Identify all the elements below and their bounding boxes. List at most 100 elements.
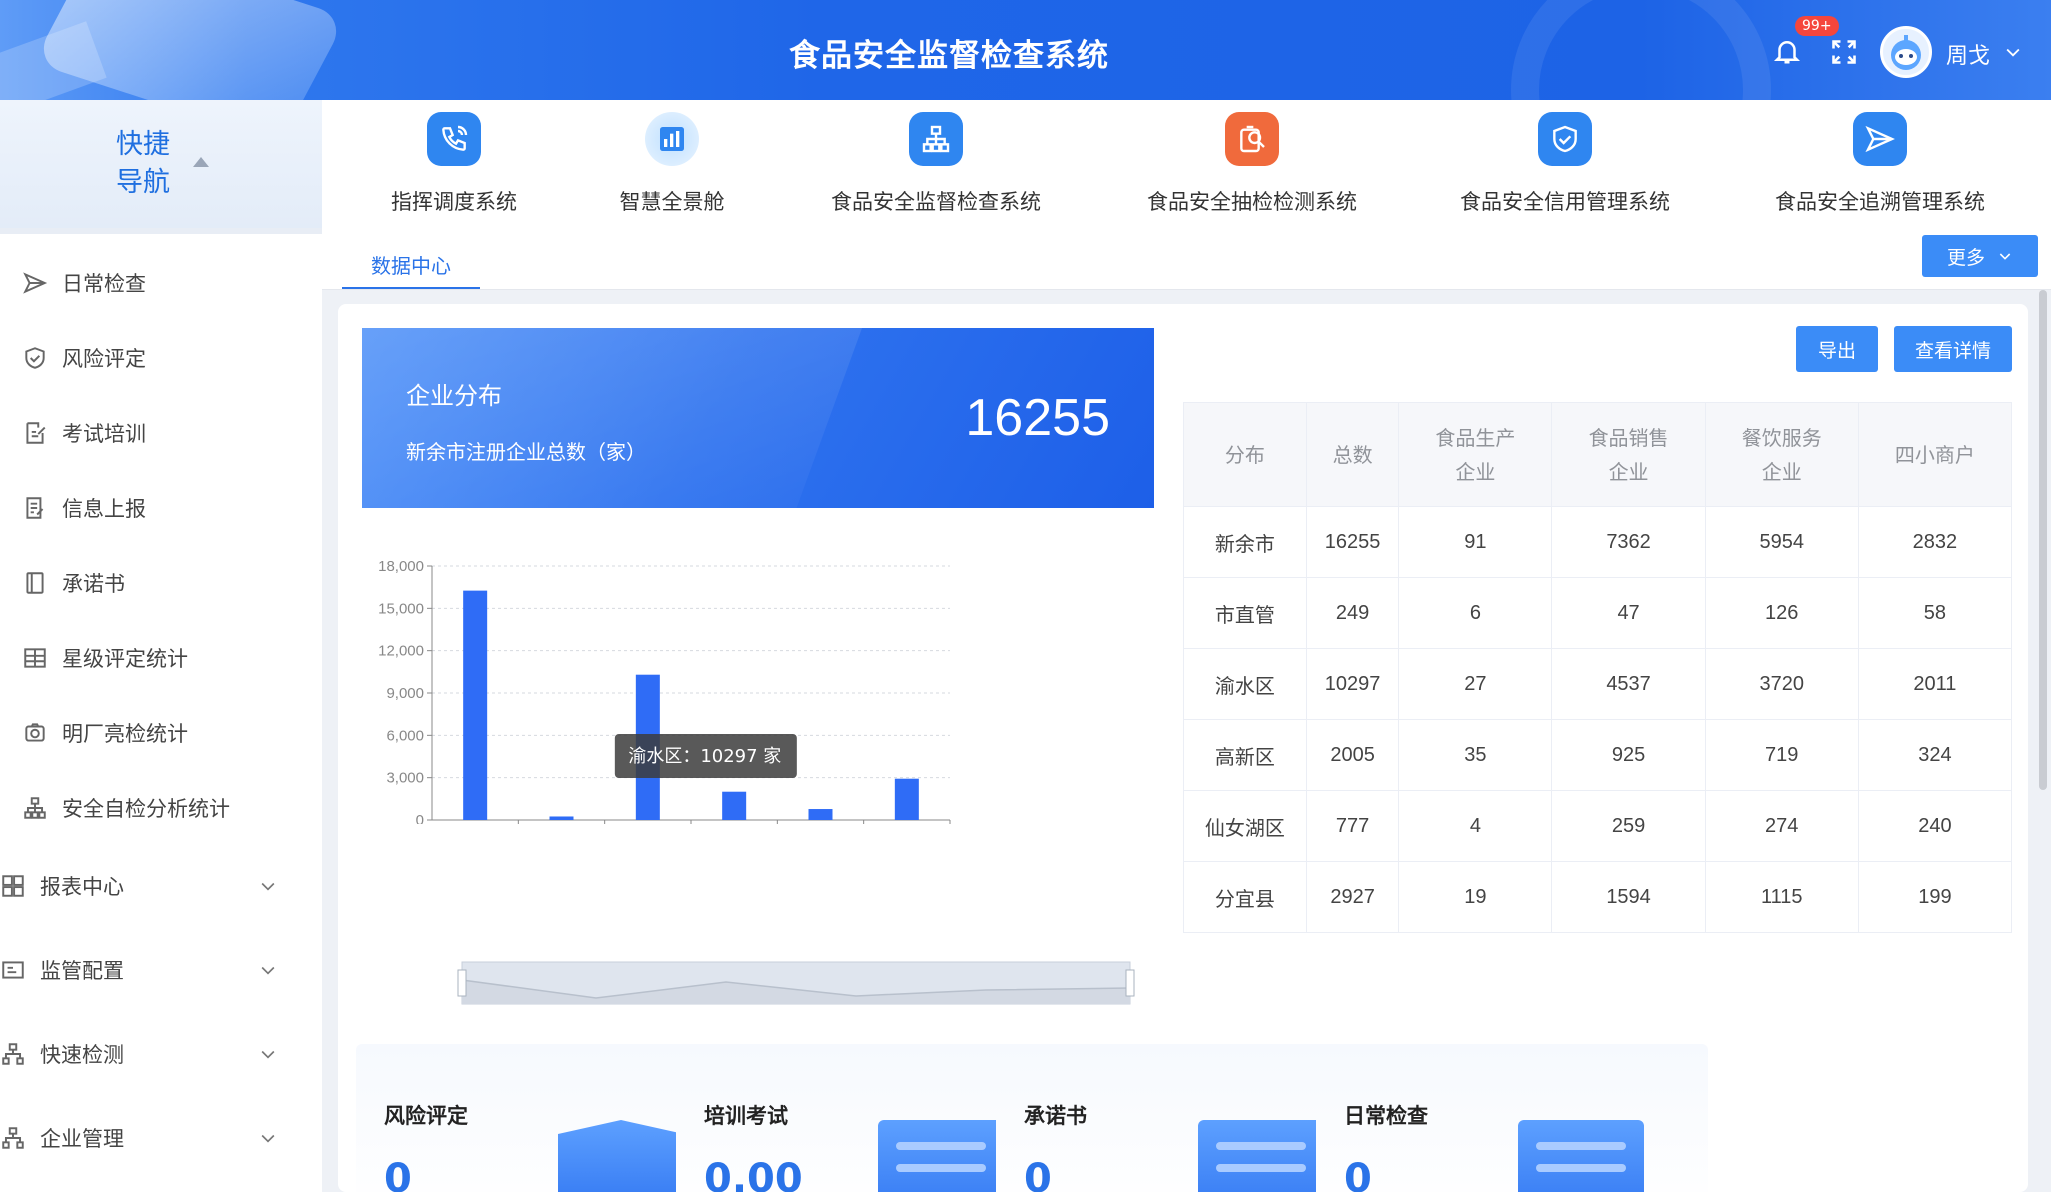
org-chart-icon [2, 1127, 24, 1149]
sidebar-item-label: 日常检查 [62, 272, 146, 296]
phone-icon [427, 112, 481, 166]
stat-card-daily-check[interactable]: 日常检查 0 [1316, 1044, 1708, 1192]
table-cell: 渝水区 [1183, 648, 1307, 720]
page-scrollbar[interactable] [2039, 290, 2047, 790]
quick-nav-toggle[interactable]: 快捷导航 [0, 100, 322, 234]
shield-check-icon [25, 347, 45, 369]
quick-nav-label: 快捷导航 [116, 129, 170, 198]
systems-bar: 指挥调度系统 智慧全景舱 食品安全监督检查系统 食品安全抽检检测系统 食品安全信… [322, 100, 2051, 290]
sidebar-item-commitment[interactable]: 承诺书 [0, 553, 322, 613]
sidebar-item-label: 信息上报 [62, 497, 146, 521]
slider-handle-right[interactable] [1125, 969, 1135, 997]
sidebar-group-report-center[interactable]: 报表中心 [0, 856, 322, 916]
chevron-down-icon[interactable] [2003, 42, 2023, 62]
table-header-cell: 食品销售 企业 [1551, 402, 1706, 507]
table-cell: 7362 [1551, 506, 1706, 578]
table-cell: 19 [1398, 861, 1553, 933]
sidebar-group-label: 快速检测 [40, 1043, 124, 1067]
chart-tooltip-text: 渝水区：10297 家 [628, 746, 781, 767]
shield-check-icon [1538, 112, 1592, 166]
sidebar-group-label: 监管配置 [40, 959, 124, 983]
system-label: 食品安全抽检检测系统 [1147, 190, 1357, 214]
table-cell: 16255 [1305, 506, 1400, 578]
table-header-cell: 食品生产 企业 [1398, 402, 1553, 507]
sidebar-item-open-kitchen[interactable]: 明厂亮检统计 [0, 703, 322, 763]
system-link-supervision[interactable]: 食品安全监督检查系统 [806, 112, 1066, 216]
table-cell: 分宜县 [1183, 861, 1307, 933]
slider-handle-left[interactable] [457, 969, 467, 997]
dashboard-icon [2, 875, 24, 897]
sidebar-item-exam-training[interactable]: 考试培训 [0, 403, 322, 463]
table-cell: 47 [1551, 577, 1706, 649]
more-button[interactable]: 更多 [1922, 235, 2038, 277]
stat-value: 0.00 [704, 1156, 803, 1192]
send-icon [1853, 112, 1907, 166]
tab-data-center[interactable]: 数据中心 [342, 250, 480, 290]
chart-bar[interactable] [808, 809, 833, 820]
sidebar-group-quick-test[interactable]: 快速检测 [0, 1024, 322, 1084]
org-chart-icon [24, 797, 46, 819]
y-tick-label: 9,000 [386, 685, 424, 702]
system-label: 食品安全信用管理系统 [1460, 190, 1670, 214]
username[interactable]: 周戈 [1946, 38, 1990, 70]
table-row[interactable]: 高新区 2005 35 925 719 324 [1183, 719, 2013, 791]
sidebar-item-star-rating[interactable]: 星级评定统计 [0, 628, 322, 688]
table-cell: 925 [1551, 719, 1706, 791]
card-decoration [362, 328, 877, 508]
sidebar-item-label: 星级评定统计 [62, 647, 188, 671]
table-cell: 35 [1398, 719, 1553, 791]
table-cell: 3720 [1704, 648, 1859, 720]
system-link-sampling[interactable]: 食品安全抽检检测系统 [1122, 112, 1382, 216]
sidebar-item-risk-rating[interactable]: 风险评定 [0, 328, 322, 388]
table-cell: 27 [1398, 648, 1553, 720]
export-button[interactable]: 导出 [1796, 326, 1878, 372]
view-detail-button[interactable]: 查看详情 [1894, 326, 2012, 372]
bell-icon[interactable] [1772, 36, 1802, 66]
sidebar-item-label: 明厂亮检统计 [62, 722, 188, 746]
sidebar-group-enterprise-mgmt[interactable]: 企业管理 [0, 1108, 322, 1168]
system-label: 智慧全景舱 [619, 190, 725, 214]
table-row[interactable]: 新余市 16255 91 7362 5954 2832 [1183, 506, 2013, 578]
table-cell: 6 [1398, 577, 1553, 649]
y-tick-label: 12,000 [378, 643, 424, 660]
shield-illustration-icon [558, 1120, 684, 1192]
chart-bar[interactable] [722, 791, 747, 820]
table-row[interactable]: 分宜县 2927 19 1594 1115 199 [1183, 861, 2013, 933]
edit-doc-icon [26, 422, 46, 444]
inspect-icon [1225, 112, 1279, 166]
sidebar-item-self-check-stats[interactable]: 安全自检分析统计 [0, 778, 322, 838]
avatar[interactable] [1880, 26, 1932, 78]
send-icon [23, 272, 48, 294]
table-cell: 91 [1398, 506, 1553, 578]
table-cell: 199 [1857, 861, 2013, 933]
system-link-credit[interactable]: 食品安全信用管理系统 [1435, 112, 1695, 216]
y-tick-label: 18,000 [378, 558, 424, 575]
enterprise-bar-chart[interactable]: 03,0006,0009,00012,00015,00018,000新余市市直管… [362, 524, 1182, 824]
chevron-down-icon [261, 1134, 275, 1143]
system-label: 食品安全追溯管理系统 [1775, 190, 1985, 214]
chart-bar[interactable] [463, 590, 488, 820]
system-link-panorama[interactable]: 智慧全景舱 [542, 112, 802, 216]
document-illustration-icon [1198, 1120, 1324, 1192]
document-illustration-icon [878, 1120, 1004, 1192]
chart-bar[interactable] [894, 778, 919, 820]
chart-bar[interactable] [549, 816, 574, 820]
table-cell: 777 [1305, 790, 1400, 862]
stat-value: 0 [1344, 1156, 1372, 1192]
chart-zoom-slider[interactable] [456, 960, 1136, 1006]
divider [322, 289, 2051, 290]
table-row[interactable]: 渝水区 10297 27 4537 3720 2011 [1183, 648, 2013, 720]
table-header-cell: 餐饮服务 企业 [1704, 402, 1859, 507]
table-row[interactable]: 市直管 249 6 47 126 58 [1183, 577, 2013, 649]
system-link-traceability[interactable]: 食品安全追溯管理系统 [1750, 112, 2010, 216]
table-row[interactable]: 仙女湖区 777 4 259 274 240 [1183, 790, 2013, 862]
fullscreen-icon[interactable] [1830, 38, 1858, 66]
sidebar-group-label: 报表中心 [40, 875, 124, 899]
stat-title: 日常检查 [1344, 1104, 1428, 1128]
sidebar-item-daily-check[interactable]: 日常检查 [0, 253, 322, 313]
sidebar-item-info-report[interactable]: 信息上报 [0, 478, 322, 538]
bar-chart-icon [645, 112, 699, 166]
sidebar-group-supervision-config[interactable]: 监管配置 [0, 940, 322, 1000]
camera-icon [25, 723, 45, 742]
robot-avatar-icon [1891, 35, 1921, 70]
